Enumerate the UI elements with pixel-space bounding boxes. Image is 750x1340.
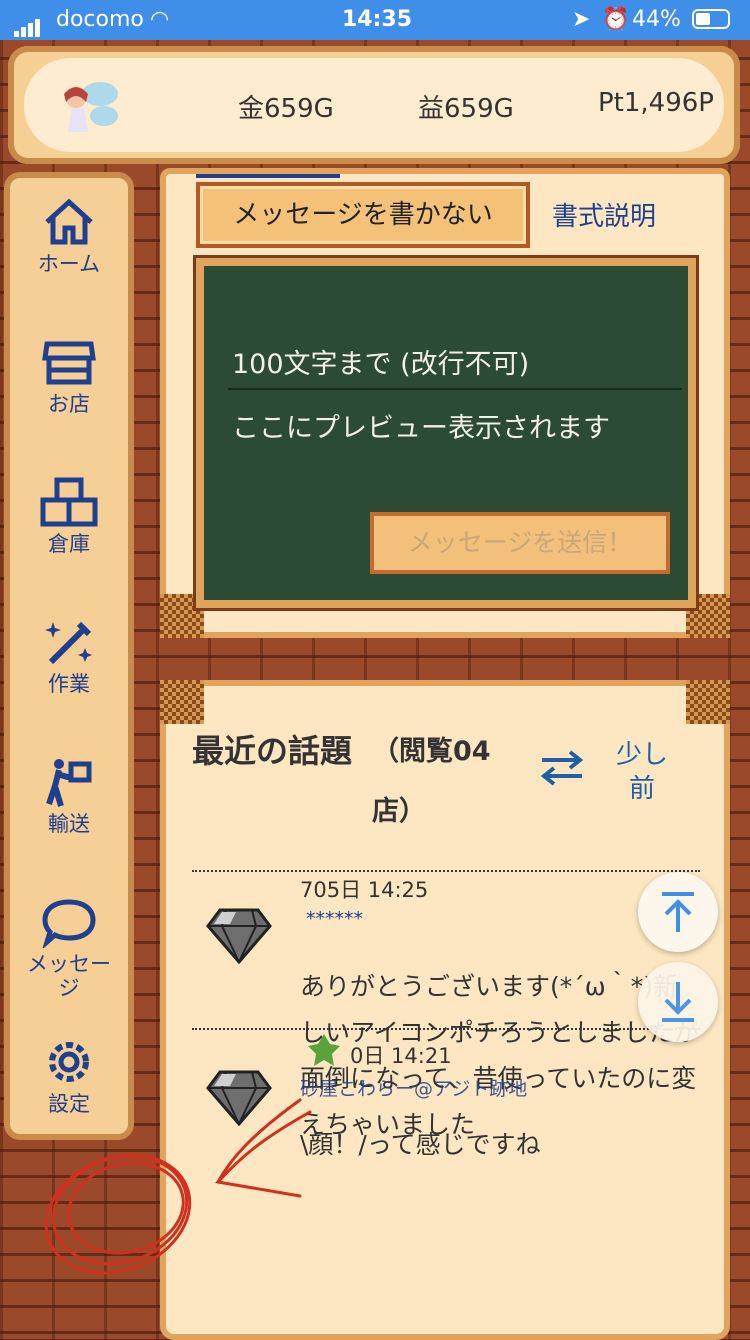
scroll-top-button[interactable] <box>638 872 718 952</box>
shop-icon <box>42 341 96 385</box>
magic-wand-icon <box>45 621 92 665</box>
delivery-icon <box>46 759 92 807</box>
nav-item-warehouse[interactable]: 倉庫 <box>10 468 128 588</box>
scroll-bottom-icon <box>662 982 694 1022</box>
header-bar: 金659G 益659G Pt1,496P <box>8 46 740 164</box>
panel-corner <box>160 680 204 724</box>
divider <box>228 388 682 390</box>
nav-label-shop: お店 <box>48 392 90 416</box>
tab-indicator <box>196 174 340 178</box>
message-board[interactable]: 100文字まで (改行不可) ここにプレビュー表示されます メッセージを送信！ <box>196 258 696 608</box>
leaf-avatar-icon <box>308 1034 340 1066</box>
status-bar: docomo ◠ 14:35 ➤ ⏰ 44% <box>0 0 750 40</box>
divider <box>192 870 700 872</box>
battery-percent: 44% <box>632 7 681 32</box>
message-input-placeholder[interactable]: 100文字まで (改行不可) <box>232 342 529 381</box>
annotation-scribble <box>44 1098 312 1275</box>
clock: 14:35 <box>342 7 413 32</box>
message-time: 0日 14:21 <box>350 1044 452 1068</box>
message-user[interactable]: ****** <box>306 908 363 930</box>
diamond-icon <box>206 908 272 964</box>
recent-topics-subtitle: （閲覧04店） <box>372 736 491 827</box>
nav-label-delivery: 輸送 <box>48 812 90 836</box>
send-message-button[interactable]: メッセージを送信！ <box>370 512 670 574</box>
message-body: \顔！/って感じですね <box>300 1130 541 1159</box>
nav-label-home: ホーム <box>37 252 101 276</box>
scroll-top-icon <box>662 892 694 932</box>
recent-topics-title: 最近の話題 <box>192 732 353 770</box>
points-counter: Pt1,496P <box>598 88 714 118</box>
signal-icon <box>14 12 42 37</box>
carrier-label: docomo <box>56 7 144 32</box>
gold-counter: 金659G <box>238 94 334 124</box>
alarm-icon: ⏰ <box>602 7 630 32</box>
nav-item-shop[interactable]: お店 <box>10 328 128 448</box>
swap-arrows-icon[interactable] <box>538 748 586 788</box>
location-icon: ➤ <box>572 7 591 32</box>
warehouse-icon <box>40 477 98 527</box>
fairy-avatar-icon[interactable] <box>50 72 122 142</box>
nav-label-warehouse: 倉庫 <box>48 532 90 556</box>
battery-icon <box>692 9 730 29</box>
no-message-button[interactable]: メッセージを書かない <box>196 182 530 248</box>
nav-item-message[interactable]: メッセージ <box>10 888 128 1008</box>
side-nav: ホーム お店 倉庫 作業 輸送 メッセージ 設定 <box>4 172 134 1140</box>
nav-label-message: メッセージ <box>27 952 111 1000</box>
divider <box>192 1028 700 1030</box>
nav-item-work[interactable]: 作業 <box>10 608 128 728</box>
nav-label-work: 作業 <box>48 672 90 696</box>
header-inner: 金659G 益659G Pt1,496P <box>24 58 724 152</box>
wifi-icon: ◠ <box>150 7 170 32</box>
scroll-bottom-button[interactable] <box>638 962 718 1042</box>
message-preview: ここにプレビュー表示されます <box>232 413 610 444</box>
panel-corner <box>686 680 730 724</box>
home-icon <box>45 198 93 245</box>
format-help-link[interactable]: 書式説明 <box>552 196 656 233</box>
message-time: 705日 14:25 <box>300 878 429 902</box>
nav-item-delivery[interactable]: 輸送 <box>10 748 128 868</box>
profit-counter: 益659G <box>418 94 514 124</box>
nav-item-home[interactable]: ホーム <box>10 188 128 308</box>
older-messages-button[interactable]: 少し前 <box>612 738 672 806</box>
chat-bubble-icon <box>42 899 96 948</box>
